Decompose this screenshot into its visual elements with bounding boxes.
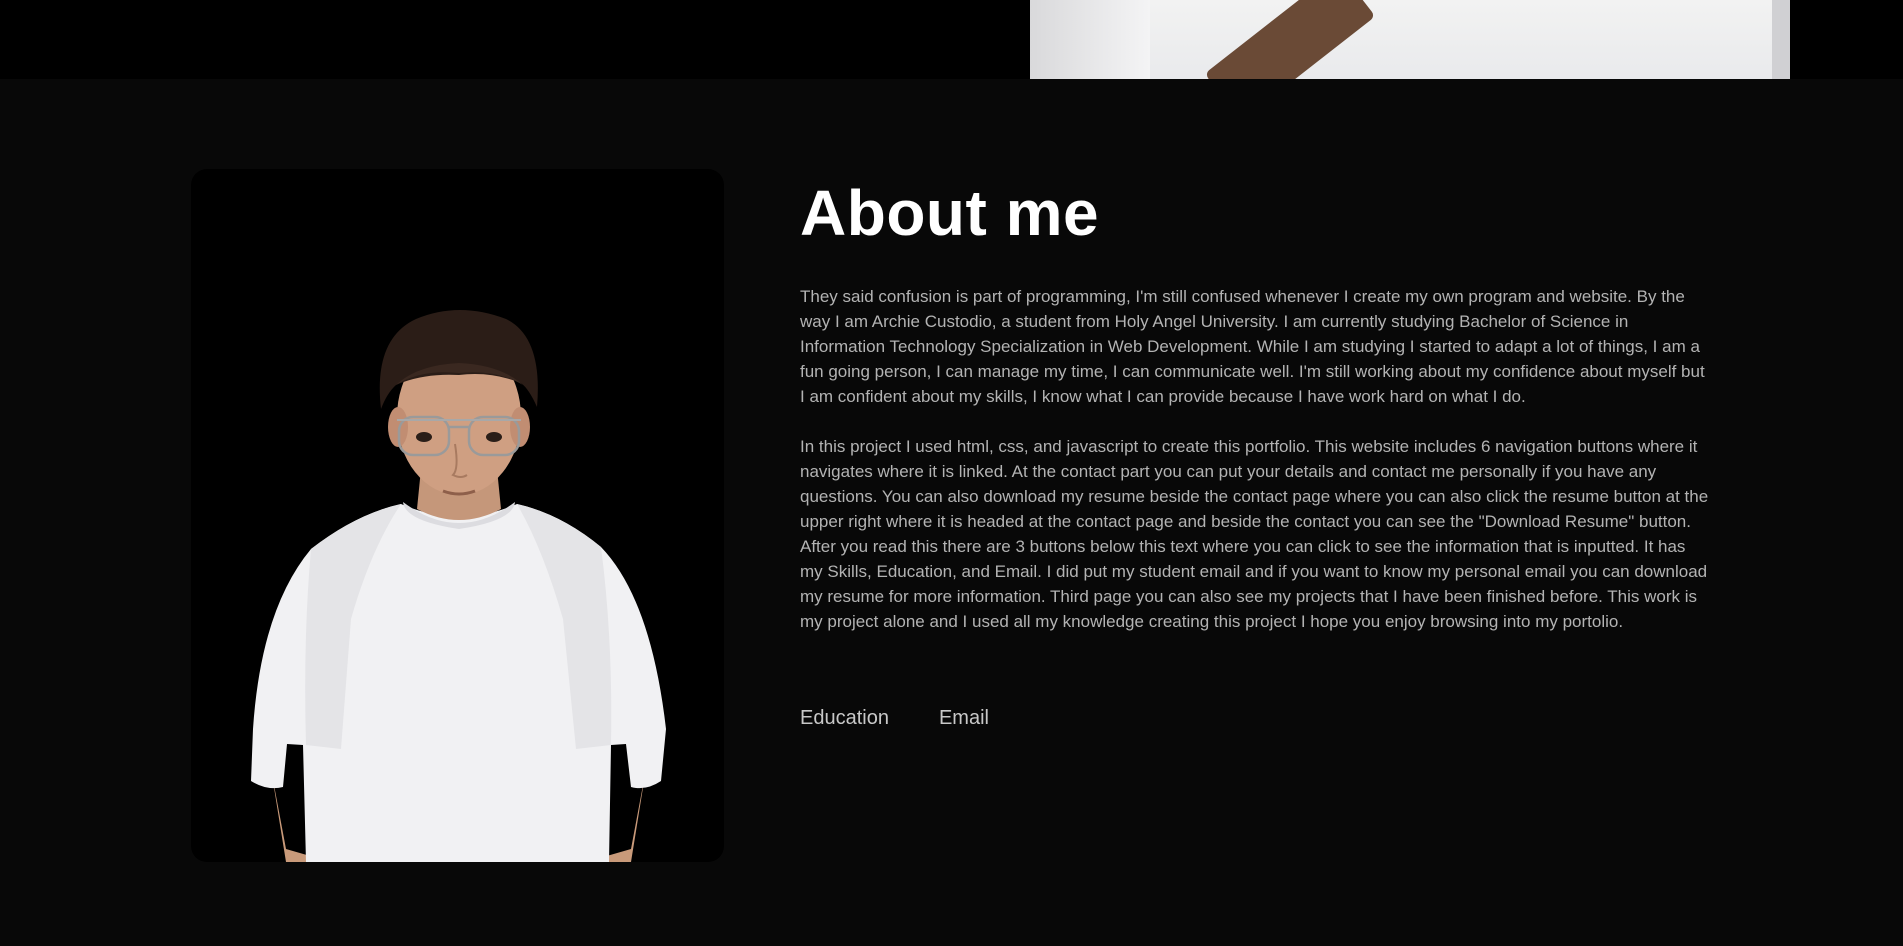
hero-photo-bag-strap xyxy=(1204,0,1376,79)
page-title: About me xyxy=(800,177,1100,249)
portrait-card xyxy=(191,169,724,862)
portrait-photo xyxy=(251,310,666,862)
hero-photo-sleeve xyxy=(1030,0,1150,79)
about-content: About me They said confusion is part of … xyxy=(800,168,1720,729)
top-strip xyxy=(0,0,1903,79)
tab-education[interactable]: Education xyxy=(800,705,889,731)
hero-photo xyxy=(1030,0,1790,79)
hero-photo-edge xyxy=(1772,0,1790,79)
about-tabs: Education Email xyxy=(800,705,989,731)
about-paragraph-2: In this project I used html, css, and ja… xyxy=(800,437,1709,631)
about-paragraph-1: They said confusion is part of programmi… xyxy=(800,287,1705,406)
tab-email[interactable]: Email xyxy=(939,705,989,731)
